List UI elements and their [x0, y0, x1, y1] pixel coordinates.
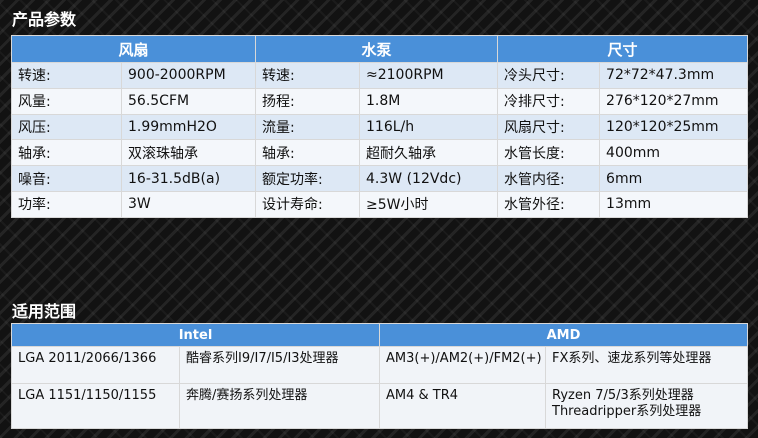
header-pump: 水泵 — [255, 35, 499, 63]
header-size: 尺寸 — [497, 35, 749, 63]
table-row: 转速: 900-2000RPM 转速: ≈2100RPM 冷头尺寸: 72*72… — [11, 62, 749, 89]
cell: 奔腾/赛扬系列处理器 — [179, 383, 380, 429]
params-table: 风扇 水泵 尺寸 转速: 900-2000RPM 转速: ≈2100RPM 冷头… — [10, 35, 749, 218]
cell: 轴承: — [255, 139, 361, 167]
cell-line: Threadripper系列处理器 — [552, 404, 702, 419]
cell: 轴承: — [11, 139, 122, 167]
cell: 1.99mmH2O — [120, 113, 257, 141]
table-row: LGA 1151/1150/1155 奔腾/赛扬系列处理器 AM4 & TR4 … — [11, 383, 749, 429]
section-title-params: 产品参数 — [12, 10, 77, 29]
cell: 扬程: — [255, 87, 361, 115]
cell: 风压: — [11, 113, 122, 141]
section-title-compat: 适用范围 — [12, 302, 77, 321]
cell: Ryzen 7/5/3系列处理器 Threadripper系列处理器 — [544, 383, 749, 429]
cell: 900-2000RPM — [120, 62, 257, 89]
cell: AM3(+)/AM2(+)/FM2(+) — [379, 346, 546, 384]
cell: 风量: — [11, 87, 122, 115]
cell: 风扇尺寸: — [497, 113, 601, 141]
cell-line: Ryzen 7/5/3系列处理器 — [552, 388, 694, 403]
cell: 功率: — [11, 190, 122, 218]
cell: LGA 1151/1150/1155 — [11, 383, 180, 429]
cell: 6mm — [599, 165, 749, 192]
cell: 双滚珠轴承 — [120, 139, 257, 167]
cell: 72*72*47.3mm — [599, 62, 749, 89]
table-row: 风量: 56.5CFM 扬程: 1.8M 冷排尺寸: 276*120*27mm — [11, 87, 749, 115]
cell: 水管长度: — [497, 139, 601, 167]
cell: 额定功率: — [255, 165, 361, 192]
cell: 超耐久轴承 — [359, 139, 499, 167]
cell: 转速: — [255, 62, 361, 89]
cell: LGA 2011/2066/1366 — [11, 346, 180, 384]
table-row: 轴承: 双滚珠轴承 轴承: 超耐久轴承 水管长度: 400mm — [11, 139, 749, 167]
cell: 16-31.5dB(a) — [120, 165, 257, 192]
cell: 酷睿系列I9/I7/I5/I3处理器 — [179, 346, 380, 384]
cell: 水管外径: — [497, 190, 601, 218]
cell: 冷排尺寸: — [497, 87, 601, 115]
cell: FX系列、速龙系列等处理器 — [544, 346, 749, 384]
params-header-row: 风扇 水泵 尺寸 — [10, 35, 749, 63]
cell: 56.5CFM — [120, 87, 257, 115]
header-amd: AMD — [378, 323, 749, 347]
cell: 转速: — [11, 62, 122, 89]
cell: 116L/h — [359, 113, 499, 141]
cell: ≥5W小时 — [359, 190, 499, 218]
table-row: 噪音: 16-31.5dB(a) 额定功率: 4.3W (12Vdc) 水管内径… — [11, 165, 749, 192]
cell: 水管内径: — [497, 165, 601, 192]
cell: 流量: — [255, 113, 361, 141]
cell: 噪音: — [11, 165, 122, 192]
cell: 冷头尺寸: — [497, 62, 601, 89]
cell: 设计寿命: — [255, 190, 361, 218]
compat-header-row: Intel AMD — [11, 323, 749, 347]
table-row: 风压: 1.99mmH2O 流量: 116L/h 风扇尺寸: 120*120*2… — [11, 113, 749, 141]
compat-table: Intel AMD LGA 2011/2066/1366 酷睿系列I9/I7/I… — [11, 323, 749, 429]
cell: 4.3W (12Vdc) — [359, 165, 499, 192]
cell: 400mm — [599, 139, 749, 167]
table-row: LGA 2011/2066/1366 酷睿系列I9/I7/I5/I3处理器 AM… — [11, 346, 749, 384]
cell: ≈2100RPM — [359, 62, 499, 89]
cell: 1.8M — [359, 87, 499, 115]
cell: AM4 & TR4 — [379, 383, 546, 429]
cell: 3W — [120, 190, 257, 218]
table-row: 功率: 3W 设计寿命: ≥5W小时 水管外径: 13mm — [11, 190, 749, 218]
cell: 276*120*27mm — [599, 87, 749, 115]
header-fan: 风扇 — [10, 35, 257, 63]
cell: 120*120*25mm — [599, 113, 749, 141]
cell: 13mm — [599, 190, 749, 218]
header-intel: Intel — [11, 323, 380, 347]
